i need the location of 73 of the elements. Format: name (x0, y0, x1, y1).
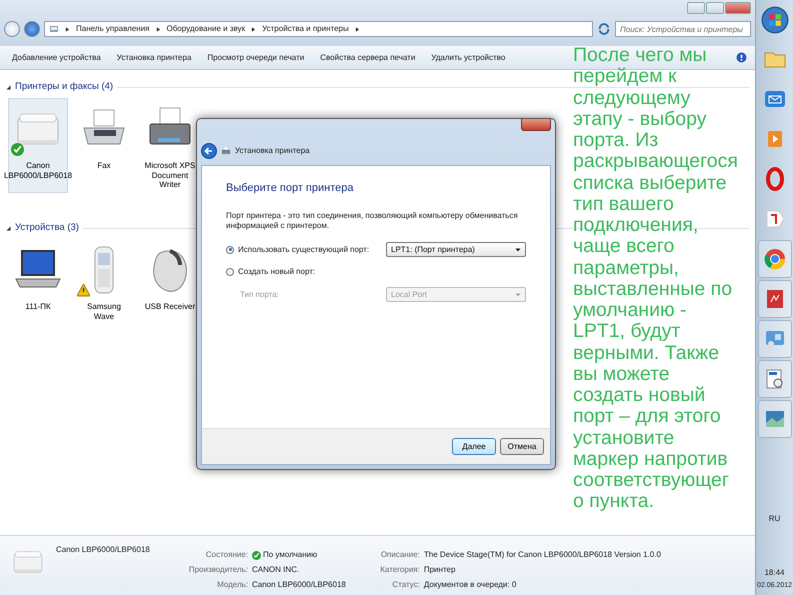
detail-label: Статус: (391, 579, 420, 591)
page-heading: Выберите порт принтера (226, 181, 354, 196)
taskbar-button[interactable] (758, 280, 792, 318)
command-button[interactable]: Добавление устройства (4, 50, 109, 66)
detail-label: Состояние: (204, 549, 248, 561)
chevron-icon[interactable] (156, 26, 160, 32)
forward-button[interactable] (24, 21, 40, 37)
device-item[interactable]: Fax (74, 98, 134, 194)
chevron-icon[interactable] (354, 26, 360, 32)
clock-time[interactable]: 18:44 (764, 566, 784, 578)
device-label: 111-ПК (25, 302, 51, 312)
group-title[interactable]: Принтеры и факсы (4) (15, 80, 114, 94)
group-title[interactable]: Устройства (3) (15, 221, 79, 236)
detail-value: Принтер (424, 564, 456, 576)
taskbar-button[interactable] (758, 400, 792, 438)
detail-label: Модель: (216, 579, 248, 591)
breadcrumb-item[interactable]: Оборудование и звук (166, 23, 246, 35)
check-icon (252, 550, 261, 560)
printer-icon (221, 146, 231, 156)
dialog-button[interactable]: Далее (452, 438, 496, 455)
device-label: Microsoft XPS Document Writer (144, 161, 196, 190)
field-label: Тип порта: (239, 288, 280, 301)
detail-label: Производитель: (188, 564, 248, 576)
radio-button[interactable] (226, 246, 234, 254)
device-item[interactable]: USB Receiver (140, 239, 200, 324)
instruction-text: После чего мы перейдем к следующему этапу - выбору порта. Из раскрывающегося списка выберите тип вашего подключения, чаще всего параметры, выставленные по умолчанию - LPT1, будут верными. Также вы можете создать новый порт – для этого установите маркер напротив соответствующег о пункта. (573, 45, 738, 512)
device-label: Fax (97, 161, 111, 171)
radio-label[interactable]: Использовать существующий порт: (238, 244, 370, 256)
device-name: Canon LBP6000/LBP6018 (56, 544, 151, 556)
command-button[interactable]: Удалить устройство (423, 50, 514, 66)
close-button[interactable] (725, 2, 751, 14)
detail-label: Категория: (379, 564, 420, 576)
detail-value: The Device Stage(TM) for Canon LBP6000/LBP6018 Version 1.0.0 (424, 549, 661, 561)
detail-label: Описание: (380, 549, 420, 561)
command-button[interactable]: Установка принтера (108, 50, 200, 66)
help-icon[interactable] (736, 52, 747, 63)
search-field[interactable]: Поиск: Устройства и принтеры (615, 21, 751, 37)
device-item[interactable]: 111-ПК (8, 239, 68, 324)
detail-value: Canon LBP6000/LBP6018 (252, 579, 346, 591)
address-bar[interactable]: Панель управления Оборудование и звук Устройства и принтеры (44, 21, 593, 37)
start-orb-icon[interactable] (760, 6, 788, 34)
taskbar-button[interactable] (758, 240, 792, 278)
collapse-arrow-icon[interactable] (6, 226, 11, 231)
breadcrumb-item[interactable]: Устройства и принтеры (262, 23, 349, 35)
command-button[interactable]: Свойства сервера печати (312, 50, 424, 66)
detail-value: CANON INC. (252, 564, 300, 576)
taskbar-button[interactable] (758, 320, 792, 358)
description-text: Порт принтера - это тип соединения, позволяющий компьютеру обмениваться информацией с принтером. (226, 210, 519, 232)
dropdown-arrow-icon (515, 292, 521, 298)
close-button[interactable] (521, 119, 551, 131)
dialog-title: Установка принтера (235, 145, 310, 157)
collapse-arrow-icon[interactable] (6, 84, 11, 90)
chevron-icon[interactable] (65, 26, 70, 32)
chevron-icon[interactable] (251, 26, 256, 32)
language-indicator[interactable]: RU (768, 512, 780, 524)
dialog-button[interactable]: Отмена (500, 438, 544, 455)
back-button[interactable] (4, 21, 20, 37)
command-button[interactable]: Просмотр очереди печати (199, 50, 312, 66)
dropdown[interactable]: LPT1: (Порт принтера) (386, 242, 526, 258)
device-label: USB Receiver (144, 302, 196, 312)
minimize-button[interactable] (687, 2, 705, 14)
dropdown-arrow-icon (515, 246, 521, 253)
breadcrumb-item[interactable]: Панель управления (76, 23, 150, 35)
taskbar-button[interactable] (758, 360, 792, 398)
globe-icon (762, 247, 786, 271)
refresh-icon[interactable] (597, 22, 611, 36)
radio-label[interactable]: Создать новый порт: (238, 266, 316, 278)
maximize-button[interactable] (706, 2, 724, 14)
radio-button[interactable] (226, 268, 234, 276)
detail-value: По умолчанию (263, 549, 318, 561)
device-label: Samsung Wave (86, 302, 122, 322)
device-item[interactable]: Samsung Wave (74, 239, 134, 324)
detail-value: Документов в очереди: 0 (424, 579, 516, 591)
